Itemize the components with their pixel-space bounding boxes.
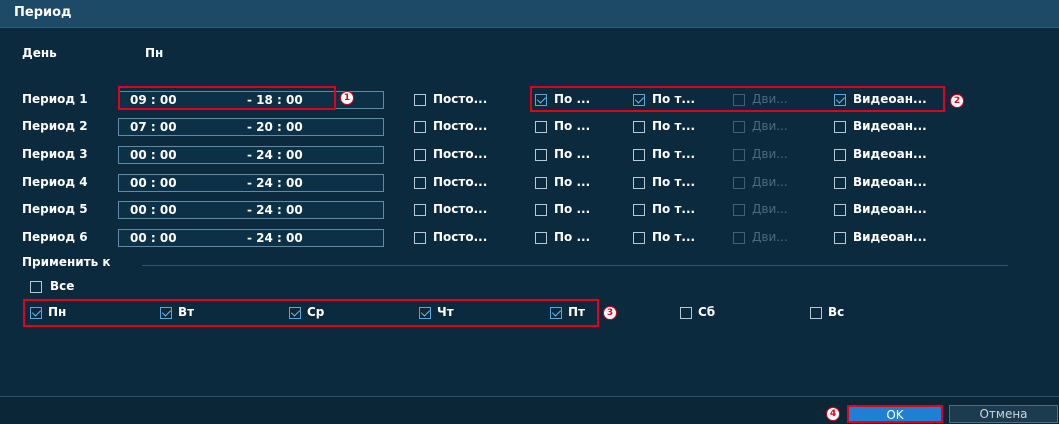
period-pot-checkbox[interactable] bbox=[633, 204, 645, 216]
period-po-label: По ... bbox=[554, 147, 591, 161]
period-dvi-label: Дви... bbox=[752, 175, 788, 189]
period-dvi-checkbox bbox=[733, 232, 745, 244]
period-po-checkbox[interactable] bbox=[535, 149, 547, 161]
period-label: Период 1 bbox=[22, 92, 88, 106]
period-pot-label: По т... bbox=[652, 119, 696, 133]
period-dvi-label: Дви... bbox=[752, 119, 788, 133]
day-checkbox-label: Вс bbox=[828, 305, 845, 319]
period-end-time[interactable]: - 20 : 00 bbox=[247, 120, 303, 134]
period-post-checkbox[interactable] bbox=[414, 232, 426, 244]
period-post-label: Посто... bbox=[433, 119, 488, 133]
day-value: Пн bbox=[145, 46, 164, 60]
all-days-checkbox[interactable] bbox=[30, 281, 42, 293]
period-post-label: Посто... bbox=[433, 230, 488, 244]
period-post-checkbox[interactable] bbox=[414, 149, 426, 161]
period-pot-checkbox[interactable] bbox=[633, 177, 645, 189]
marker-4: 4 bbox=[826, 407, 840, 421]
highlight-box-events bbox=[530, 86, 945, 112]
period-end-time[interactable]: - 24 : 00 bbox=[247, 176, 303, 190]
ok-button[interactable]: OK bbox=[847, 405, 943, 423]
dialog-title: Период bbox=[14, 5, 72, 20]
period-label: Период 6 bbox=[22, 230, 88, 244]
period-pot-checkbox[interactable] bbox=[633, 149, 645, 161]
period-post-checkbox[interactable] bbox=[414, 94, 426, 106]
period-video-label: Видеоан... bbox=[853, 119, 927, 133]
day-checkbox-label: Сб bbox=[698, 305, 716, 319]
marker-1: 1 bbox=[340, 91, 354, 105]
period-po-label: По ... bbox=[554, 175, 591, 189]
period-end-time[interactable]: - 24 : 00 bbox=[247, 203, 303, 217]
period-video-label: Видеоан... bbox=[853, 202, 927, 216]
period-pot-label: По т... bbox=[652, 202, 696, 216]
period-video-label: Видеоан... bbox=[853, 147, 927, 161]
period-time-input[interactable]: 00 : 00 - 24 : 00 bbox=[118, 229, 384, 247]
period-time-input[interactable]: 00 : 00 - 24 : 00 bbox=[118, 174, 384, 192]
period-start-time[interactable]: 07 : 00 bbox=[130, 120, 177, 134]
apply-to-divider bbox=[142, 265, 1008, 266]
period-time-input[interactable]: 00 : 00 - 24 : 00 bbox=[118, 146, 384, 164]
period-post-label: Посто... bbox=[433, 202, 488, 216]
marker-3: 3 bbox=[603, 306, 617, 320]
period-dvi-checkbox bbox=[733, 149, 745, 161]
period-video-checkbox[interactable] bbox=[834, 204, 846, 216]
period-post-label: Посто... bbox=[433, 175, 488, 189]
period-dvi-label: Дви... bbox=[752, 202, 788, 216]
day-checkbox[interactable] bbox=[810, 307, 822, 319]
period-post-label: Посто... bbox=[433, 92, 488, 106]
period-label: Период 2 bbox=[22, 119, 88, 133]
period-pot-checkbox[interactable] bbox=[633, 121, 645, 133]
period-pot-label: По т... bbox=[652, 230, 696, 244]
period-po-checkbox[interactable] bbox=[535, 177, 547, 189]
period-end-time[interactable]: - 24 : 00 bbox=[247, 231, 303, 245]
period-label: Период 5 bbox=[22, 202, 88, 216]
period-start-time[interactable]: 00 : 00 bbox=[130, 231, 177, 245]
highlight-box-time bbox=[118, 86, 336, 110]
period-pot-label: По т... bbox=[652, 175, 696, 189]
period-pot-label: По т... bbox=[652, 147, 696, 161]
period-time-input[interactable]: 07 : 00 - 20 : 00 bbox=[118, 118, 384, 136]
highlight-box-days bbox=[23, 299, 599, 327]
period-video-checkbox[interactable] bbox=[834, 149, 846, 161]
period-end-time[interactable]: - 24 : 00 bbox=[247, 148, 303, 162]
period-post-checkbox[interactable] bbox=[414, 121, 426, 133]
period-start-time[interactable]: 00 : 00 bbox=[130, 176, 177, 190]
period-dvi-checkbox bbox=[733, 121, 745, 133]
period-po-checkbox[interactable] bbox=[535, 121, 547, 133]
period-video-checkbox[interactable] bbox=[834, 232, 846, 244]
period-video-checkbox[interactable] bbox=[834, 177, 846, 189]
period-label: Период 4 bbox=[22, 175, 88, 189]
period-dvi-label: Дви... bbox=[752, 230, 788, 244]
period-label: Период 3 bbox=[22, 147, 88, 161]
period-po-checkbox[interactable] bbox=[535, 232, 547, 244]
period-post-checkbox[interactable] bbox=[414, 177, 426, 189]
period-po-checkbox[interactable] bbox=[535, 204, 547, 216]
period-dvi-label: Дви... bbox=[752, 147, 788, 161]
period-dvi-checkbox bbox=[733, 204, 745, 216]
cancel-button[interactable]: Отмена bbox=[949, 405, 1058, 423]
period-video-checkbox[interactable] bbox=[834, 121, 846, 133]
period-start-time[interactable]: 00 : 00 bbox=[130, 148, 177, 162]
period-dvi-checkbox bbox=[733, 177, 745, 189]
marker-2: 2 bbox=[950, 94, 964, 108]
period-post-label: Посто... bbox=[433, 147, 488, 161]
period-post-checkbox[interactable] bbox=[414, 204, 426, 216]
period-po-label: По ... bbox=[554, 230, 591, 244]
apply-to-label: Применить к bbox=[22, 255, 111, 269]
all-days-label: Все bbox=[50, 279, 75, 293]
day-label: День bbox=[22, 46, 57, 60]
dialog-title-bar: Период bbox=[0, 0, 1059, 28]
period-video-label: Видеоан... bbox=[853, 175, 927, 189]
period-video-label: Видеоан... bbox=[853, 230, 927, 244]
period-po-label: По ... bbox=[554, 119, 591, 133]
period-start-time[interactable]: 00 : 00 bbox=[130, 203, 177, 217]
period-po-label: По ... bbox=[554, 202, 591, 216]
period-time-input[interactable]: 00 : 00 - 24 : 00 bbox=[118, 201, 384, 219]
day-checkbox[interactable] bbox=[680, 307, 692, 319]
period-pot-checkbox[interactable] bbox=[633, 232, 645, 244]
